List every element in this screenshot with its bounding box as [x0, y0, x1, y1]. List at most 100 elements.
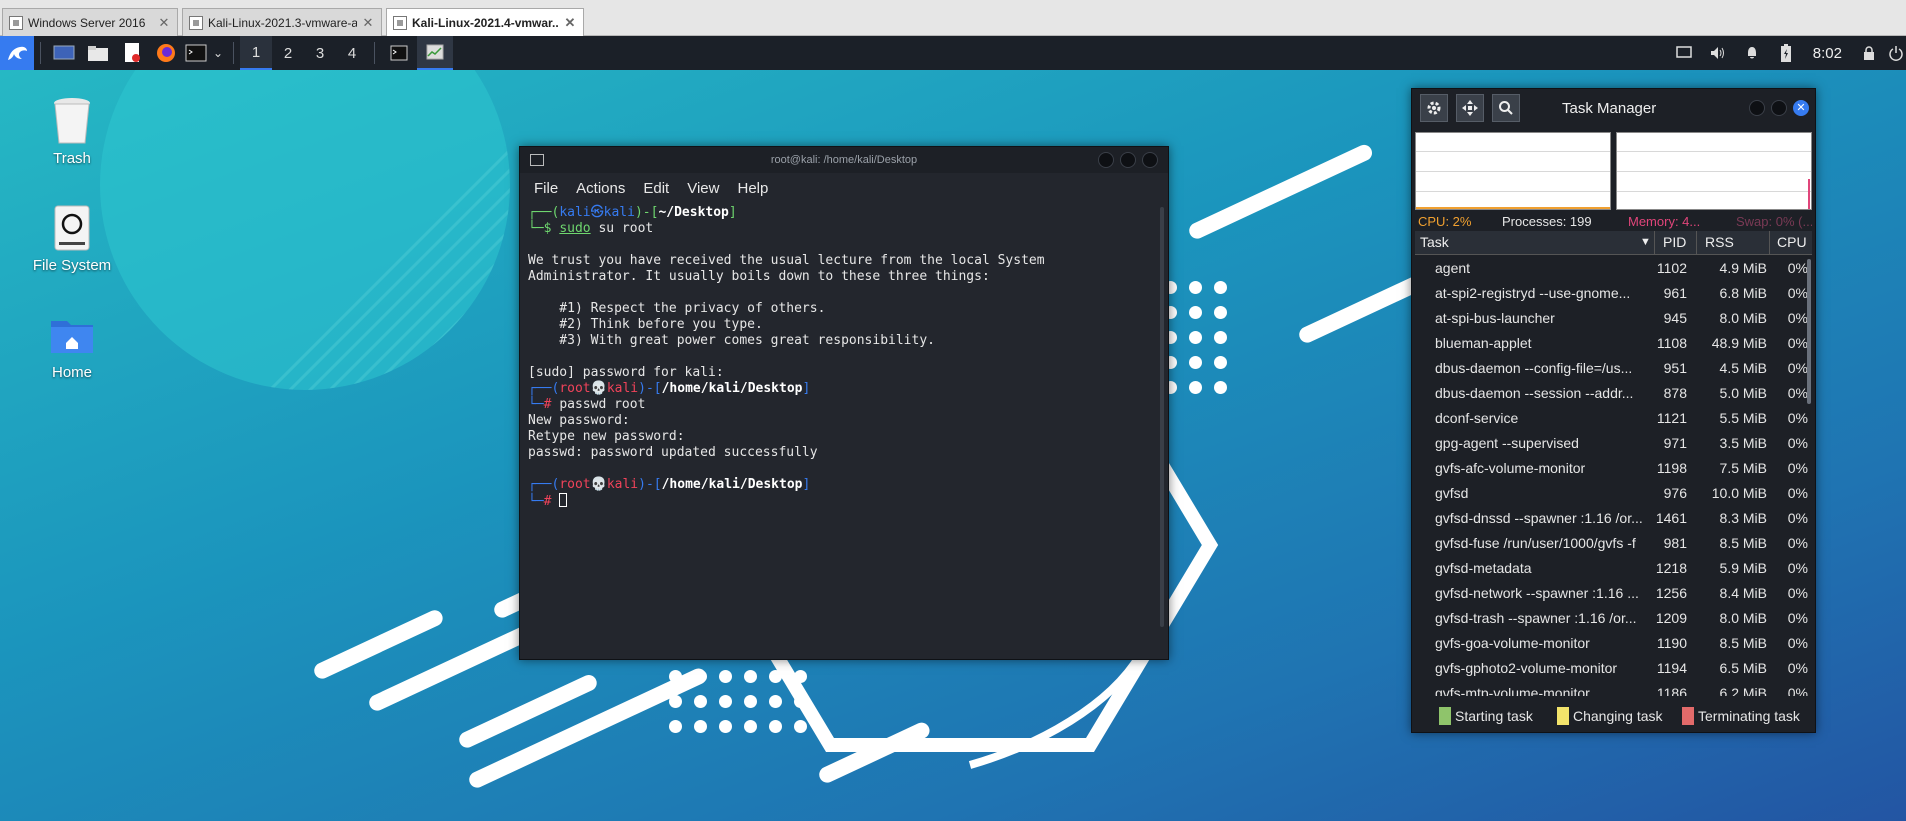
column-pid[interactable]: PID: [1663, 234, 1686, 250]
decor-dot: [744, 720, 757, 733]
drive-icon: [54, 205, 90, 251]
table-row[interactable]: dbus-daemon --config-file=/us... 951 4.5 M…: [1415, 356, 1812, 381]
system-stats: CPU: 2% Processes: 199 Memory: 4... Swap…: [1418, 214, 1812, 230]
file-manager-launcher[interactable]: [81, 36, 115, 70]
column-cpu[interactable]: CPU: [1777, 234, 1807, 250]
kali-menu-button[interactable]: [0, 36, 34, 70]
taskbar-task-manager[interactable]: [417, 36, 453, 70]
table-row[interactable]: at-spi-bus-launcher 945 8.0 MiB 0%: [1415, 306, 1812, 331]
table-row[interactable]: gvfsd-network --spawner :1.16 ... 1256 8.4…: [1415, 581, 1812, 606]
task-name: gvfsd-trash --spawner :1.16 /or...: [1435, 610, 1637, 626]
terminal-launcher[interactable]: [183, 36, 209, 70]
menu-help[interactable]: Help: [737, 180, 768, 197]
task-pid: 1461: [1655, 510, 1687, 526]
show-desktop-button[interactable]: [47, 36, 81, 70]
output-line: Retype new password:: [528, 429, 685, 444]
table-row[interactable]: dconf-service 1121 5.5 MiB 0%: [1415, 406, 1812, 431]
firefox-launcher[interactable]: [149, 36, 183, 70]
table-row[interactable]: gvfsd-dnssd --spawner :1.16 /or... 1461 8.…: [1415, 506, 1812, 531]
table-row[interactable]: at-spi2-registryd --use-gnome... 961 6.8 M…: [1415, 281, 1812, 306]
table-row[interactable]: gvfs-mtp-volume-monitor 1186 6.2 MiB 0%: [1415, 681, 1812, 696]
vm-tab-kali-2021-3[interactable]: Kali-Linux-2021.3-vmware-am... ✕: [182, 8, 382, 36]
column-rss[interactable]: RSS: [1705, 234, 1734, 250]
close-icon[interactable]: ✕: [563, 15, 577, 31]
volume-icon[interactable]: [1701, 36, 1735, 70]
close-button[interactable]: [1142, 152, 1158, 168]
task-pid: 1218: [1655, 560, 1687, 576]
battery-icon[interactable]: [1769, 36, 1803, 70]
sort-chevron-icon[interactable]: ▼: [1640, 236, 1651, 248]
workspace-1[interactable]: 1: [240, 36, 272, 70]
search-button[interactable]: [1492, 94, 1520, 122]
vm-tab-kali-2021-4[interactable]: Kali-Linux-2021.4-vmwar... ✕: [386, 8, 584, 36]
task-pid: 971: [1663, 435, 1687, 451]
maximize-button[interactable]: [1120, 152, 1136, 168]
menu-file[interactable]: File: [534, 180, 558, 197]
close-button[interactable]: ✕: [1793, 100, 1809, 116]
top-panel: ⌄ 1 2 3 4 8:02: [0, 36, 1906, 70]
prompt-root-user: root: [559, 381, 591, 396]
task-cpu: 0%: [1787, 585, 1808, 601]
close-icon[interactable]: ✕: [157, 15, 171, 31]
settings-button[interactable]: [1420, 94, 1448, 122]
workspace-2[interactable]: 2: [272, 36, 304, 70]
minimize-button[interactable]: [1098, 152, 1114, 168]
taskbar-terminal[interactable]: [381, 36, 417, 70]
task-rss: 5.9 MiB: [1719, 560, 1767, 576]
desktop-icon-home[interactable]: Home: [12, 306, 132, 381]
display-icon[interactable]: [1667, 36, 1701, 70]
chevron-down-icon[interactable]: ⌄: [209, 36, 227, 70]
minimize-button[interactable]: [1749, 100, 1765, 116]
table-row[interactable]: gvfsd-trash --spawner :1.16 /or... 1209 8.…: [1415, 606, 1812, 631]
terminal-titlebar[interactable]: root@kali: /home/kali/Desktop: [520, 147, 1168, 173]
terminal-window[interactable]: root@kali: /home/kali/Desktop File Actio…: [519, 146, 1169, 660]
menu-edit[interactable]: Edit: [643, 180, 669, 197]
terminal-output[interactable]: ┌──(kali㉿kali)-[~/Desktop] └─$ sudo su ro…: [520, 203, 1168, 512]
task-rss: 8.4 MiB: [1719, 585, 1767, 601]
table-row[interactable]: gvfsd 976 10.0 MiB 0%: [1415, 481, 1812, 506]
column-task[interactable]: Task: [1420, 234, 1449, 250]
desktop-icon-file-system[interactable]: File System: [12, 199, 132, 274]
panel-separator: [233, 42, 234, 64]
task-manager-window[interactable]: Task Manager ✕ CPU: 2% Processes: 199 Me…: [1411, 88, 1816, 733]
notification-bell-icon[interactable]: [1735, 36, 1769, 70]
output-line: #2) Think before you type.: [528, 317, 763, 332]
task-rss: 4.9 MiB: [1719, 260, 1767, 276]
table-row[interactable]: dbus-daemon --session --addr... 878 5.0 Mi…: [1415, 381, 1812, 406]
menu-view[interactable]: View: [687, 180, 719, 197]
vm-tab-windows-server[interactable]: Windows Server 2016 ✕: [2, 8, 178, 36]
desktop-icon-trash[interactable]: Trash: [12, 92, 132, 167]
desktop-icon-label: File System: [32, 257, 112, 274]
table-row[interactable]: gvfs-goa-volume-monitor 1190 8.5 MiB 0%: [1415, 631, 1812, 656]
text-editor-launcher[interactable]: [115, 36, 149, 70]
table-row[interactable]: gvfsd-metadata 1218 5.9 MiB 0%: [1415, 556, 1812, 581]
workspace-4[interactable]: 4: [336, 36, 368, 70]
terminal-scrollbar[interactable]: [1160, 207, 1164, 627]
maximize-button[interactable]: [1771, 100, 1787, 116]
menu-actions[interactable]: Actions: [576, 180, 625, 197]
task-cpu: 0%: [1787, 485, 1808, 501]
power-icon[interactable]: [1886, 36, 1906, 70]
table-row[interactable]: blueman-applet 1108 48.9 MiB 0%: [1415, 331, 1812, 356]
output-line: #3) With great power comes great respons…: [528, 333, 935, 348]
vm-tab-bar: Windows Server 2016 ✕ Kali-Linux-2021.3-…: [0, 0, 1906, 36]
home-folder-icon: [51, 321, 93, 353]
table-row[interactable]: gpg-agent --supervised 971 3.5 MiB 0%: [1415, 431, 1812, 456]
close-icon[interactable]: ✕: [361, 15, 375, 31]
table-row[interactable]: gvfs-afc-volume-monitor 1198 7.5 MiB 0%: [1415, 456, 1812, 481]
vm-tab-label: Windows Server 2016: [28, 15, 146, 30]
lock-icon[interactable]: [1852, 36, 1886, 70]
process-list-scrollbar[interactable]: [1807, 259, 1811, 404]
process-list[interactable]: agent 1102 4.9 MiB 0% at-spi2-registryd --u…: [1415, 256, 1812, 696]
clock[interactable]: 8:02: [1803, 45, 1852, 62]
decor-dot: [1214, 381, 1227, 394]
output-line: passwd: password updated successfully: [528, 445, 818, 460]
workspace-3[interactable]: 3: [304, 36, 336, 70]
task-rss: 8.3 MiB: [1719, 510, 1767, 526]
task-manager-titlebar[interactable]: Task Manager ✕: [1412, 89, 1815, 127]
table-row[interactable]: gvfsd-fuse /run/user/1000/gvfs -f 981 8.5 …: [1415, 531, 1812, 556]
window-picker-button[interactable]: [1456, 94, 1484, 122]
table-row[interactable]: agent 1102 4.9 MiB 0%: [1415, 256, 1812, 281]
panel-separator: [40, 42, 41, 64]
table-row[interactable]: gvfs-gphoto2-volume-monitor 1194 6.5 MiB 0%: [1415, 656, 1812, 681]
